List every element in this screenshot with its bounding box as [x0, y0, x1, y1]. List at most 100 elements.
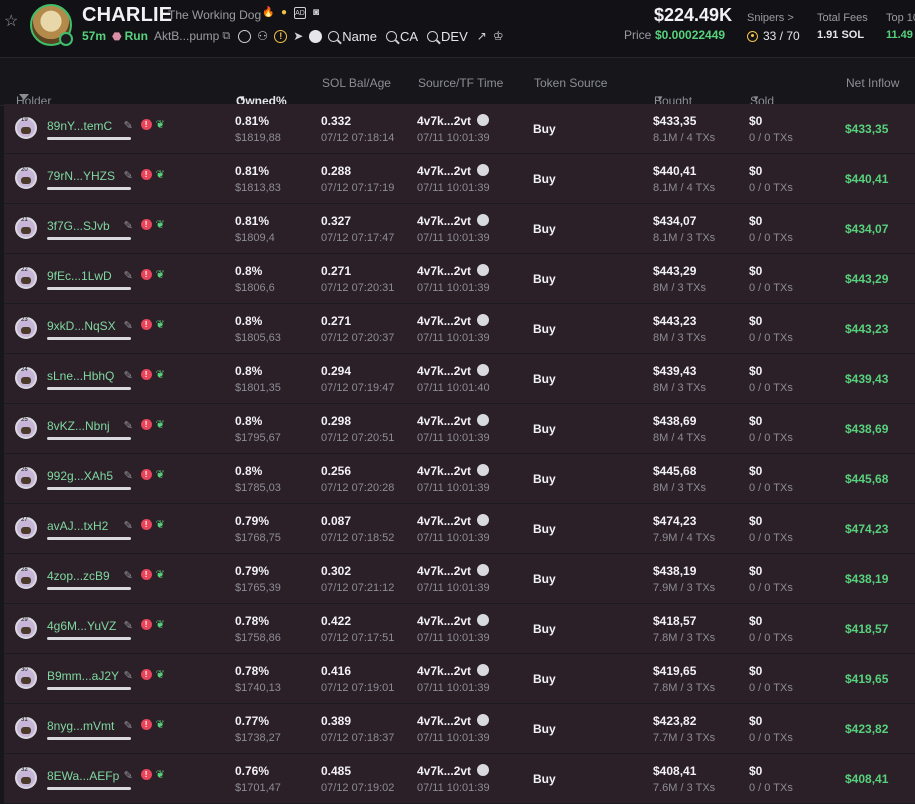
edit-icon[interactable]: ✎: [124, 519, 133, 532]
source-menu-icon[interactable]: [477, 614, 489, 626]
net-inflow: $423,82: [845, 722, 889, 736]
token-source: Buy: [533, 722, 556, 736]
holder-address[interactable]: 3f7G...SJvb: [47, 219, 110, 233]
table-row[interactable]: 24 sLne...HbhQ ✎! ❦ 0.8% $1801,35 0.294 07/12 0…: [4, 354, 915, 404]
funding-source[interactable]: 4v7k...2vt: [417, 164, 471, 178]
holder-address[interactable]: 9fEc...1LwD: [47, 269, 112, 283]
edit-icon[interactable]: ✎: [124, 219, 133, 232]
funding-source[interactable]: 4v7k...2vt: [417, 564, 471, 578]
share-icon[interactable]: ↗: [477, 29, 487, 43]
funding-source[interactable]: 4v7k...2vt: [417, 764, 471, 778]
sold-amount: 0 / 0 TXs: [749, 732, 793, 744]
funding-source[interactable]: 4v7k...2vt: [417, 364, 471, 378]
holder-address[interactable]: 4zop...zcB9: [47, 569, 110, 583]
telegram-icon[interactable]: ➤: [293, 29, 303, 43]
funding-source[interactable]: 4v7k...2vt: [417, 714, 471, 728]
owned-percent: 0.81%: [235, 114, 270, 128]
alert-icon: !: [140, 119, 152, 130]
source-menu-icon[interactable]: [477, 264, 489, 276]
source-menu-icon[interactable]: [477, 514, 489, 526]
source-menu-icon[interactable]: [477, 664, 489, 676]
edit-icon[interactable]: ✎: [124, 269, 133, 282]
holder-address[interactable]: sLne...HbhQ: [47, 369, 114, 383]
sold-usd: $0: [749, 764, 763, 778]
funding-source[interactable]: 4v7k...2vt: [417, 664, 471, 678]
star-icon[interactable]: ☆: [4, 14, 20, 30]
funding-time: 07/11 10:01:39: [417, 482, 490, 494]
edit-icon[interactable]: ✎: [124, 569, 133, 582]
edit-icon[interactable]: ✎: [124, 619, 133, 632]
source-menu-icon[interactable]: [477, 464, 489, 476]
contract-address[interactable]: AktB...pump: [154, 29, 219, 43]
table-row[interactable]: 26 992g...XAh5 ✎! ❦ 0.8% $1785,03 0.256 07/12 0…: [4, 454, 915, 504]
website-icon[interactable]: [238, 29, 252, 43]
edit-icon[interactable]: ✎: [124, 169, 133, 182]
holder-address[interactable]: 9xkD...NqSX: [47, 319, 116, 333]
holder-address[interactable]: 79rN...YHZS: [47, 169, 115, 183]
holder-address[interactable]: 8EWa...AEFp: [47, 769, 119, 783]
column-net-inflow[interactable]: Net Inflow: [846, 76, 899, 90]
edit-icon[interactable]: ✎: [124, 719, 133, 732]
funding-source[interactable]: 4v7k...2vt: [417, 264, 471, 278]
edit-icon[interactable]: ✎: [124, 119, 133, 132]
source-menu-icon[interactable]: [477, 114, 489, 126]
edit-icon[interactable]: ✎: [124, 669, 133, 682]
bought-usd: $439,43: [653, 364, 697, 378]
table-row[interactable]: 21 3f7G...SJvb ✎! ❦ 0.81% $1809,4 0.327 07/12 0…: [4, 204, 915, 254]
funding-source[interactable]: 4v7k...2vt: [417, 414, 471, 428]
holder-address[interactable]: B9mm...aJ2Y: [47, 669, 119, 683]
table-row[interactable]: 22 9fEc...1LwD ✎! ❦ 0.8% $1806,6 0.271 07/12 07…: [4, 254, 915, 304]
column-sol-bal[interactable]: SOL Bal/Age: [322, 76, 391, 90]
holder-address[interactable]: 89nY...temC: [47, 119, 112, 133]
table-row[interactable]: 23 9xkD...NqSX ✎! ❦ 0.8% $1805,63 0.271 07/12 0…: [4, 304, 915, 354]
menu-circle-icon[interactable]: [309, 29, 323, 43]
source-menu-icon[interactable]: [477, 714, 489, 726]
holder-address[interactable]: 4g6M...YuVZ: [47, 619, 116, 633]
source-menu-icon[interactable]: [477, 364, 489, 376]
edit-icon[interactable]: ✎: [124, 769, 133, 782]
source-menu-icon[interactable]: [477, 164, 489, 176]
funding-source[interactable]: 4v7k...2vt: [417, 464, 471, 478]
holder-address[interactable]: 8nyg...mVmt: [47, 719, 114, 733]
edit-icon[interactable]: ✎: [124, 469, 133, 482]
crown-icon[interactable]: ♔: [493, 29, 504, 43]
table-row[interactable]: 31 8nyg...mVmt ✎! ❦ 0.77% $1738,27 0.389 07/12 …: [4, 704, 915, 754]
person-icon[interactable]: ⚇: [257, 29, 268, 43]
warning-icon[interactable]: !: [274, 29, 288, 43]
sold-usd: $0: [749, 164, 763, 178]
search-dev-link[interactable]: DEV: [427, 29, 468, 44]
table-row[interactable]: 28 4zop...zcB9 ✎! ❦ 0.79% $1765,39 0.302 07/12 …: [4, 554, 915, 604]
search-ca-link[interactable]: CA: [385, 29, 418, 44]
funding-source[interactable]: 4v7k...2vt: [417, 514, 471, 528]
edit-icon[interactable]: ✎: [124, 319, 133, 332]
edit-icon[interactable]: ✎: [124, 419, 133, 432]
table-row[interactable]: 30 B9mm...aJ2Y ✎! ❦ 0.78% $1740,13 0.416 07/12 …: [4, 654, 915, 704]
table-row[interactable]: 20 79rN...YHZS ✎! ❦ 0.81% $1813,83 0.288 07/12 …: [4, 154, 915, 204]
search-name-link[interactable]: Name: [328, 29, 377, 44]
filter-icon[interactable]: [19, 94, 29, 100]
source-menu-icon[interactable]: [477, 414, 489, 426]
column-source[interactable]: Source/TF Time: [418, 76, 503, 90]
table-row[interactable]: 32 8EWa...AEFp ✎! ❦ 0.76% $1701,47 0.485 07/12 …: [4, 754, 915, 804]
table-row[interactable]: 27 avAJ...txH2 ✎! ❦ 0.79% $1768,75 0.087 07/12 …: [4, 504, 915, 554]
copy-icon[interactable]: ⧉: [222, 30, 230, 43]
funding-source[interactable]: 4v7k...2vt: [417, 314, 471, 328]
table-row[interactable]: 19 89nY...temC ✎! ❦ 0.81% $1819,88 0.332 07/12 …: [4, 104, 915, 154]
table-row[interactable]: 25 8vKZ...Nbnj ✎! ❦ 0.8% $1795,67 0.298 07/12 0…: [4, 404, 915, 454]
source-menu-icon[interactable]: [477, 314, 489, 326]
source-menu-icon[interactable]: [477, 764, 489, 776]
funding-source[interactable]: 4v7k...2vt: [417, 114, 471, 128]
holder-address[interactable]: 992g...XAh5: [47, 469, 113, 483]
snipers-label[interactable]: Snipers >: [747, 12, 794, 24]
funding-source[interactable]: 4v7k...2vt: [417, 614, 471, 628]
net-inflow: $443,29: [845, 272, 889, 286]
edit-icon[interactable]: ✎: [124, 369, 133, 382]
source-menu-icon[interactable]: [477, 564, 489, 576]
holder-address[interactable]: avAJ...txH2: [47, 519, 108, 533]
token-avatar[interactable]: [30, 4, 73, 46]
source-menu-icon[interactable]: [477, 214, 489, 226]
table-row[interactable]: 29 4g6M...YuVZ ✎! ❦ 0.78% $1758,86 0.422 07/12 …: [4, 604, 915, 654]
funding-source[interactable]: 4v7k...2vt: [417, 214, 471, 228]
bought-usd: $445,68: [653, 464, 697, 478]
holder-address[interactable]: 8vKZ...Nbnj: [47, 419, 110, 433]
